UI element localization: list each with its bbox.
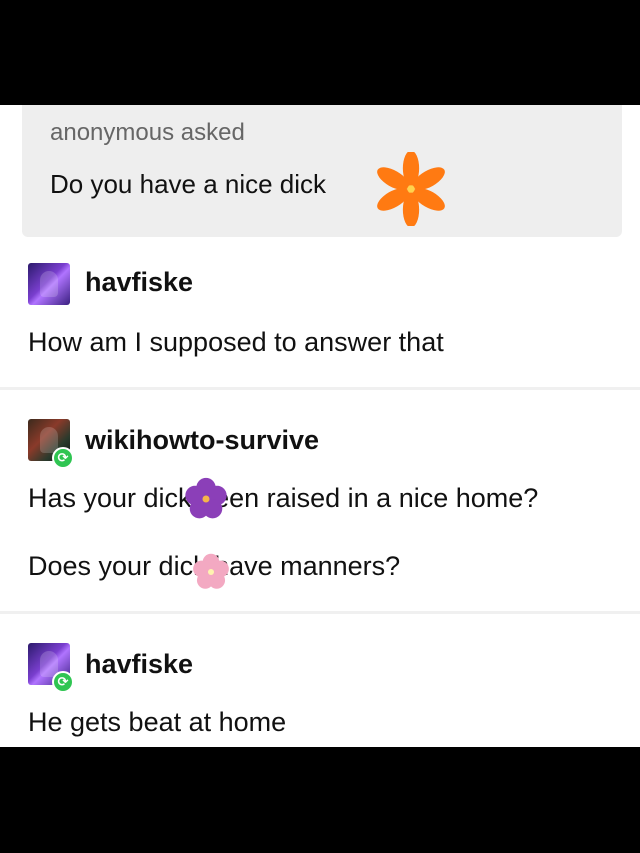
post-text: How am I supposed to answer that (28, 327, 444, 357)
ask-asker-label: anonymous asked (50, 119, 245, 146)
post-username[interactable]: havfiske (85, 267, 193, 298)
reblog-icon: ⟳ (52, 671, 74, 693)
post-username[interactable]: havfiske (85, 649, 193, 680)
avatar[interactable] (28, 263, 70, 305)
screenshot-root: { "ask": { "asker": "anonymous asked", "… (0, 0, 640, 853)
post-username[interactable]: wikihowto-survive (85, 425, 319, 456)
purple-flower-sticker (185, 477, 227, 519)
divider (0, 387, 640, 390)
ask-box: anonymous asked Do you have a nice dick (22, 105, 622, 237)
reblog-icon: ⟳ (52, 447, 74, 469)
avatar-figure (40, 271, 58, 297)
ask-question: Do you have a nice dick (50, 169, 327, 199)
orange-flower-sticker (377, 152, 445, 226)
post-text: He gets beat at home (28, 707, 287, 737)
tumblr-post-card: anonymous asked Do you have a nice dick … (0, 105, 640, 747)
post-text: Has your dick been raised in a nice home… (28, 483, 539, 513)
divider (0, 611, 640, 614)
pink-flower-sticker (193, 553, 229, 589)
